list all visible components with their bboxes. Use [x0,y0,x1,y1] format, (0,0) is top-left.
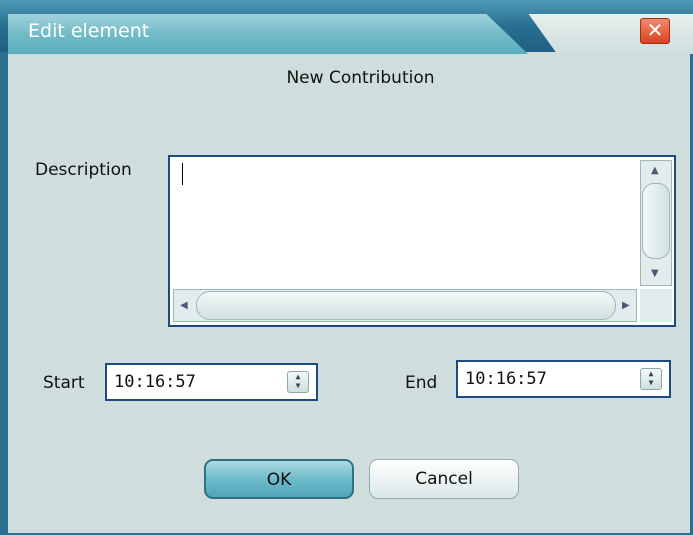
scroll-left-arrow-icon[interactable]: ◀ [180,301,188,311]
close-button[interactable]: ✕ [640,18,670,44]
title-bar: Edit element ✕ [0,0,693,54]
end-time-input[interactable]: 10:16:57 ▲ ▼ [456,360,671,398]
end-label: End [405,373,438,393]
edit-element-dialog: Edit element ✕ New Contribution Descript… [0,0,693,535]
end-time-value: 10:16:57 [465,369,547,389]
scroll-up-arrow-icon[interactable]: ▲ [651,166,659,176]
start-spinner-icon[interactable]: ▲ ▼ [287,371,309,393]
scroll-down-arrow-icon[interactable]: ▼ [651,269,659,279]
window-title: Edit element [28,20,150,42]
vertical-scroll-thumb[interactable] [642,183,670,259]
horizontal-scroll-thumb[interactable] [196,291,616,320]
dialog-heading: New Contribution [286,68,435,88]
start-label: Start [43,373,85,393]
end-spinner-icon[interactable]: ▲ ▼ [640,368,662,390]
horizontal-scrollbar[interactable]: ◀ ▶ [173,289,637,322]
description-textarea[interactable]: ▲ ▼ ◀ ▶ [168,155,676,327]
start-time-value: 10:16:57 [114,372,196,392]
description-label: Description [35,160,132,180]
close-icon: ✕ [646,18,664,42]
start-time-input[interactable]: 10:16:57 ▲ ▼ [105,363,318,401]
scrollbar-corner [640,289,672,322]
ok-button[interactable]: OK [204,459,354,499]
vertical-scrollbar[interactable]: ▲ ▼ [640,160,672,286]
scroll-right-arrow-icon[interactable]: ▶ [622,301,630,311]
text-caret [182,163,183,185]
cancel-button[interactable]: Cancel [369,459,519,499]
